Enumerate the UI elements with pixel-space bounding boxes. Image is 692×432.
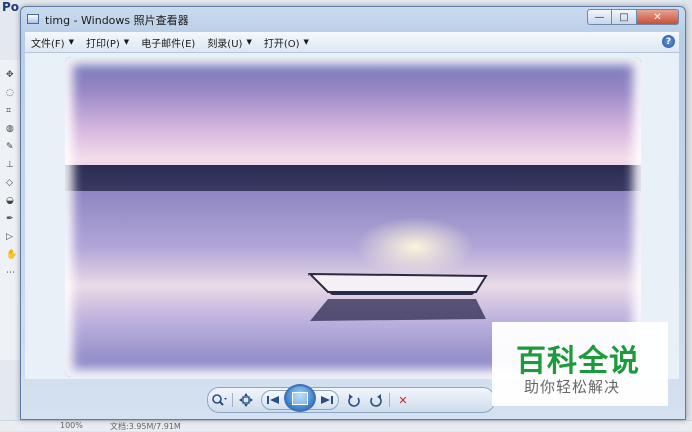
separator: [232, 393, 233, 407]
watermark: 百科全说 助你轻松解决: [492, 322, 668, 406]
rotate-counterclockwise-icon[interactable]: [343, 390, 365, 410]
chevron-down-icon: ▼: [123, 38, 130, 46]
background-app-title: Po: [2, 0, 20, 14]
delete-icon[interactable]: ✕: [392, 390, 414, 410]
pen-tool-icon[interactable]: ✒: [6, 214, 16, 224]
slideshow-screen: [292, 391, 308, 405]
caption-buttons: — □ ✕: [587, 9, 679, 27]
slideshow-icon[interactable]: [284, 384, 316, 412]
eraser-tool-icon[interactable]: ◇: [6, 178, 16, 188]
window-title: timg - Windows 照片查看器: [45, 14, 189, 27]
menu-bar: 文件(F) ▼ 打印(P) ▼ 电子邮件(E) 刻录(U) ▼ 打开(O) ▼ ?: [25, 32, 679, 53]
stamp-tool-icon[interactable]: ⊥: [6, 160, 16, 170]
hills: [65, 165, 641, 193]
maximize-button[interactable]: □: [612, 9, 637, 25]
magnifier-icon[interactable]: [208, 390, 230, 410]
navigation-group: [261, 384, 339, 412]
chevron-down-icon: ▼: [246, 38, 252, 46]
menu-file[interactable]: 文件(F) ▼: [25, 35, 80, 50]
menu-email[interactable]: 电子邮件(E): [135, 35, 201, 50]
rotate-clockwise-icon[interactable]: [365, 390, 387, 410]
actual-size-icon[interactable]: [235, 390, 257, 410]
bucket-tool-icon[interactable]: ◒: [6, 196, 16, 206]
title-bar[interactable]: timg - Windows 照片查看器 — □ ✕: [21, 7, 685, 31]
chevron-down-icon: ▼: [303, 38, 309, 46]
menu-print[interactable]: 打印(P) ▼: [80, 35, 135, 50]
next-icon[interactable]: [316, 390, 338, 410]
close-button[interactable]: ✕: [637, 9, 679, 25]
move-tool-icon[interactable]: ✥: [6, 70, 16, 80]
hand-tool-icon[interactable]: ✋: [6, 250, 17, 260]
help-icon[interactable]: ?: [662, 35, 675, 48]
boat-reflection: [310, 299, 486, 321]
document-size: 文档:3.95M/7.91M: [110, 422, 181, 431]
sky: [65, 57, 641, 177]
menu-burn[interactable]: 刻录(U) ▼: [201, 35, 258, 50]
more-tools-icon[interactable]: ⋯: [6, 268, 16, 278]
crop-tool-icon[interactable]: ⌗: [6, 106, 16, 116]
heal-tool-icon[interactable]: ◍: [6, 124, 16, 134]
watermark-logo: 百科全说: [516, 344, 640, 379]
previous-icon[interactable]: [262, 390, 284, 410]
lasso-tool-icon[interactable]: ◌: [6, 88, 16, 98]
background-toolbar: ✥ ◌ ⌗ ◍ ✎ ⊥ ◇ ◒ ✒ ▷ ✋ ⋯: [0, 60, 21, 360]
brush-tool-icon[interactable]: ✎: [6, 142, 16, 152]
photo-viewer-app-icon: [27, 14, 39, 24]
chevron-down-icon: ▼: [68, 38, 74, 46]
zoom-level: 100%: [60, 421, 83, 430]
separator: [389, 393, 390, 407]
background-statusbar: 100% 文档:3.95M/7.91M: [0, 420, 692, 431]
path-tool-icon[interactable]: ▷: [6, 232, 16, 242]
minimize-button[interactable]: —: [587, 9, 612, 25]
viewer-control-bar: ✕: [207, 384, 495, 413]
boat: [308, 272, 488, 295]
menu-open[interactable]: 打开(O) ▼: [258, 35, 315, 50]
watermark-subtitle: 助你轻松解决: [524, 378, 621, 396]
